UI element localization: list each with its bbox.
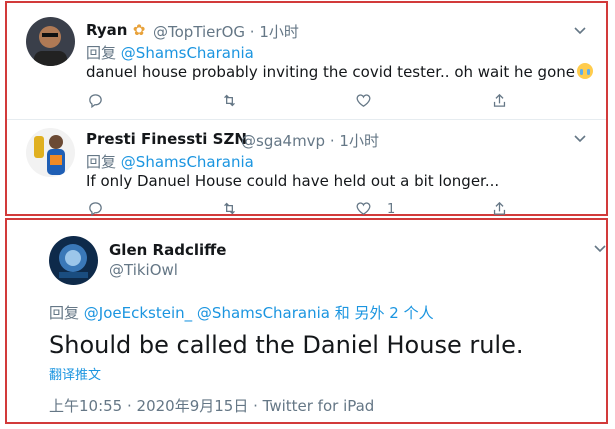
- tweet-actions: [87, 92, 507, 112]
- tweet-actions: 1: [87, 200, 507, 220]
- translate-tweet-link[interactable]: 翻译推文: [49, 364, 101, 383]
- avatar[interactable]: [26, 128, 75, 177]
- user-handle[interactable]: @TopTierOG · 1小时: [153, 21, 299, 42]
- share-button[interactable]: [491, 92, 511, 112]
- reply-button[interactable]: [87, 200, 107, 220]
- display-name[interactable]: Glen Radcliffe: [109, 241, 226, 259]
- like-count: 1: [387, 202, 396, 217]
- like-button[interactable]: [355, 92, 375, 112]
- mention-link[interactable]: @JoeEckstein_: [84, 304, 192, 322]
- replying-to: 回复 @JoeEckstein_ @ShamsCharania 和 另外 2 个…: [49, 304, 434, 322]
- replying-to: 回复 @ShamsCharania: [86, 153, 254, 171]
- chevron-down-icon[interactable]: [593, 244, 607, 254]
- person-walking-emoji: ✿: [132, 21, 146, 39]
- display-name[interactable]: Ryan ✿: [86, 21, 145, 39]
- retweet-icon: [224, 202, 235, 215]
- tweet-text: danuel house probably inviting the covid…: [86, 63, 593, 81]
- mention-link[interactable]: @ShamsCharania: [121, 153, 254, 171]
- reply-icon: [89, 202, 102, 217]
- like-button[interactable]: [355, 200, 375, 220]
- reply-tweet[interactable]: Presti Finessti SZN @sga4mvp · 1小时 回复 @S…: [7, 120, 606, 217]
- tweet-timestamp[interactable]: 上午10:55 · 2020年9月15日 · Twitter for iPad: [49, 395, 374, 416]
- retweet-button[interactable]: [221, 92, 241, 112]
- tweet-time[interactable]: · 1小时: [330, 132, 379, 150]
- tweet-text: Should be called the Daniel House rule.: [49, 331, 524, 359]
- user-handle[interactable]: @sga4mvp · 1小时: [241, 130, 379, 151]
- mention-link[interactable]: @ShamsCharania: [121, 44, 254, 62]
- loudly-crying-face-emoji: [576, 63, 593, 79]
- display-name[interactable]: Presti Finessti SZN: [86, 130, 247, 148]
- reply-tweet[interactable]: Ryan ✿ @TopTierOG · 1小时 回复 @ShamsCharani…: [7, 8, 606, 118]
- focused-tweet: Glen Radcliffe @TikiOwl 回复 @JoeEckstein_…: [7, 220, 606, 422]
- avatar[interactable]: [26, 17, 75, 66]
- reply-icon: [89, 94, 102, 109]
- share-icon: [493, 93, 506, 107]
- user-handle[interactable]: @TikiOwl: [109, 261, 178, 279]
- share-button[interactable]: [491, 200, 511, 220]
- chevron-down-icon[interactable]: [573, 134, 587, 144]
- share-icon: [493, 201, 506, 215]
- retweet-icon: [224, 94, 235, 107]
- others-link[interactable]: 和 另外 2 个人: [335, 304, 434, 322]
- replying-to: 回复 @ShamsCharania: [86, 44, 254, 62]
- heart-icon: [356, 202, 371, 215]
- avatar[interactable]: [49, 236, 98, 285]
- reply-button[interactable]: [87, 92, 107, 112]
- heart-icon: [356, 94, 371, 107]
- chevron-down-icon[interactable]: [573, 26, 587, 36]
- tweet-text: If only Danuel House could have held out…: [86, 172, 500, 190]
- retweet-button[interactable]: [221, 200, 241, 220]
- tweet-time[interactable]: · 1小时: [250, 23, 299, 41]
- mention-link[interactable]: @ShamsCharania: [197, 304, 330, 322]
